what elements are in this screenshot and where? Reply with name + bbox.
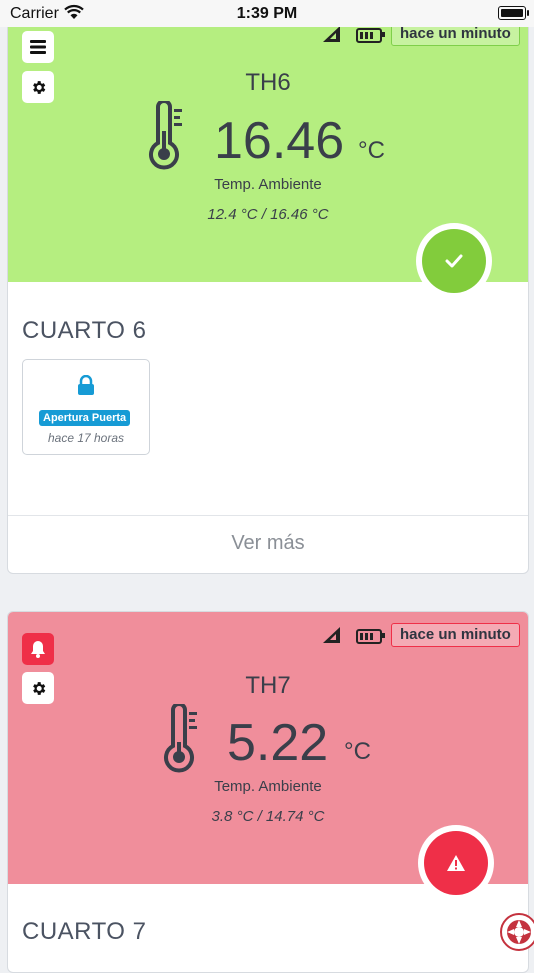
battery-level-icon (356, 28, 385, 43)
bell-icon (31, 641, 45, 658)
sensor-panel: hace un minuto TH7 5.22 °C Temp. Ambient… (8, 612, 528, 901)
event-card[interactable]: Apertura Puerta hace 17 horas (22, 359, 150, 455)
temperature-unit: °C (358, 137, 385, 164)
sensor-card-th6[interactable]: hace un minuto TH6 16.46 °C Temp. Ambien… (7, 0, 529, 574)
see-more-link[interactable]: Ver más (8, 532, 528, 555)
status-bar: Carrier 1:39 PM (0, 0, 534, 27)
measure-label: Temp. Ambiente (214, 176, 322, 193)
room-title: CUARTO 6 (22, 317, 147, 344)
battery-icon (498, 6, 529, 20)
status-ok-indicator (416, 223, 492, 299)
lifebuoy-icon (507, 920, 531, 944)
thermometer-icon (164, 704, 197, 773)
sensor-card-th7[interactable]: hace un minuto TH7 5.22 °C Temp. Ambient… (7, 611, 529, 973)
sensor-name: TH6 (245, 69, 291, 96)
menu-button[interactable] (22, 31, 54, 63)
temperature-range: 12.4 °C / 16.46 °C (207, 206, 329, 223)
event-time: hace 17 horas (47, 431, 125, 445)
sensor-name: TH7 (245, 672, 291, 699)
temperature-value: 16.46 (214, 112, 345, 170)
support-button[interactable] (500, 913, 534, 951)
menu-icon (30, 40, 46, 54)
alarm-button[interactable] (22, 633, 54, 665)
temperature-value: 5.22 (227, 714, 329, 772)
signal-icon (323, 26, 340, 42)
thermometer-icon (149, 101, 182, 170)
lock-icon (78, 375, 94, 395)
status-alert-indicator (418, 825, 494, 901)
divider (8, 515, 528, 516)
measure-label: Temp. Ambiente (214, 778, 322, 795)
battery-level-icon (356, 629, 385, 644)
warning-icon (447, 855, 465, 871)
sensor-panel: hace un minuto TH6 16.46 °C Temp. Ambien… (8, 0, 528, 299)
temperature-range: 3.8 °C / 14.74 °C (211, 808, 325, 825)
room-title: CUARTO 7 (22, 918, 147, 945)
clock: 1:39 PM (236, 5, 298, 22)
last-update-badge: hace un minuto (391, 623, 520, 647)
check-icon (445, 254, 463, 268)
event-tag: Apertura Puerta (39, 410, 131, 426)
temperature-unit: °C (344, 738, 371, 765)
signal-icon (323, 627, 340, 643)
